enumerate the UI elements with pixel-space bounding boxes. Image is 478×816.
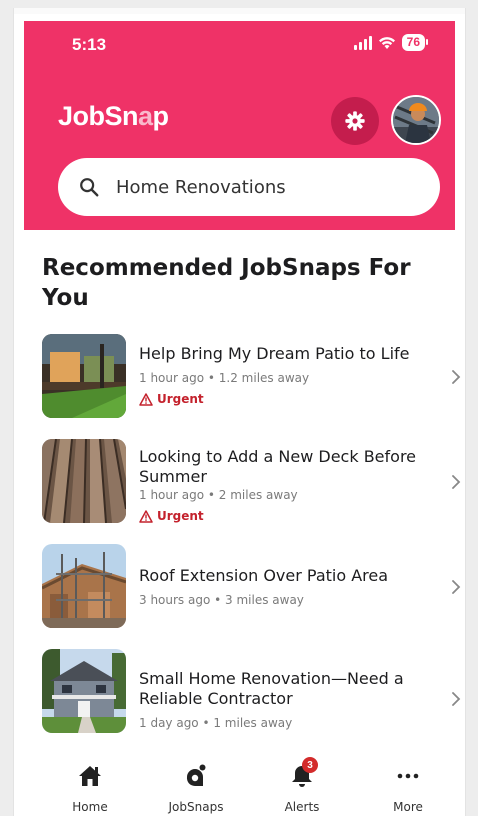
chevron-right-icon [452, 370, 461, 384]
warning-icon [139, 509, 153, 523]
logo-text-accent: a [138, 101, 153, 131]
job-list-item[interactable]: Help Bring My Dream Patio to Life 1 hour… [42, 334, 461, 418]
nav-item-home[interactable]: Home [40, 746, 140, 816]
job-title: Help Bring My Dream Patio to Life [139, 344, 410, 363]
job-thumbnail [42, 649, 126, 733]
bell-icon: 3 [291, 757, 318, 788]
battery-indicator: 76 [401, 34, 429, 51]
job-list-item[interactable]: Roof Extension Over Patio Area 3 hours a… [42, 544, 461, 628]
urgent-badge: Urgent [139, 392, 204, 406]
settings-button[interactable] [331, 97, 379, 145]
urgent-label: Urgent [157, 509, 204, 523]
top-edge [14, 8, 465, 14]
warning-icon [139, 392, 153, 406]
avatar-photo [393, 97, 439, 143]
more-icon [397, 764, 419, 788]
job-thumbnail [42, 544, 126, 628]
job-title: Roof Extension Over Patio Area [139, 566, 389, 585]
job-title: Small Home Renovation—Need a Reliable Co… [139, 669, 404, 708]
section-title: Recommended JobSnaps For You [42, 255, 411, 311]
job-thumbnail [42, 334, 126, 418]
logo-text-right: p [152, 101, 170, 131]
gear-icon [345, 111, 365, 131]
status-time: 5:13 [72, 35, 107, 54]
job-meta: 1 hour ago • 1.2 miles away [139, 371, 310, 385]
alerts-badge: 3 [302, 757, 318, 773]
signal-icon [353, 35, 372, 50]
app-logo: JobSnap [58, 101, 169, 132]
nav-item-jobsnaps[interactable]: JobSnaps [146, 746, 246, 816]
app-screen: 5:13 76 JobSnap Home Renovations Recomme… [13, 8, 466, 816]
nav-label: More [393, 800, 423, 814]
nav-label: Alerts [284, 800, 320, 814]
app-header: 5:13 76 JobSnap [24, 21, 455, 230]
logo-text-left: JobSn [58, 101, 139, 131]
bottom-nav: Home JobSnaps 3 Alerts More [14, 746, 465, 816]
job-title: Looking to Add a New Deck Before Summer [139, 447, 417, 486]
nav-label: JobSnaps [168, 800, 224, 814]
status-icons: 76 [353, 34, 429, 51]
chevron-right-icon [452, 580, 461, 594]
job-list-item[interactable]: Looking to Add a New Deck Before Summer … [42, 439, 461, 523]
job-meta: 1 day ago • 1 miles away [139, 716, 293, 730]
urgent-badge: Urgent [139, 509, 204, 523]
nav-label: Home [72, 800, 108, 814]
job-thumbnail [42, 439, 126, 523]
search-input[interactable] [116, 176, 406, 198]
job-list-item[interactable]: Small Home Renovation—Need a Reliable Co… [42, 649, 461, 733]
nav-item-alerts[interactable]: 3 Alerts [252, 746, 352, 816]
chevron-right-icon [452, 692, 461, 706]
job-meta: 3 hours ago • 3 miles away [139, 593, 304, 607]
chevron-right-icon [452, 475, 461, 489]
nav-item-more[interactable]: More [358, 746, 458, 816]
wifi-icon [378, 36, 395, 49]
job-meta: 1 hour ago • 2 miles away [139, 488, 298, 502]
profile-avatar[interactable] [391, 95, 441, 145]
urgent-label: Urgent [157, 392, 204, 406]
search-icon [78, 176, 100, 198]
home-icon [78, 764, 102, 788]
search-bar[interactable] [58, 158, 440, 216]
jobsnaps-icon [185, 764, 207, 788]
